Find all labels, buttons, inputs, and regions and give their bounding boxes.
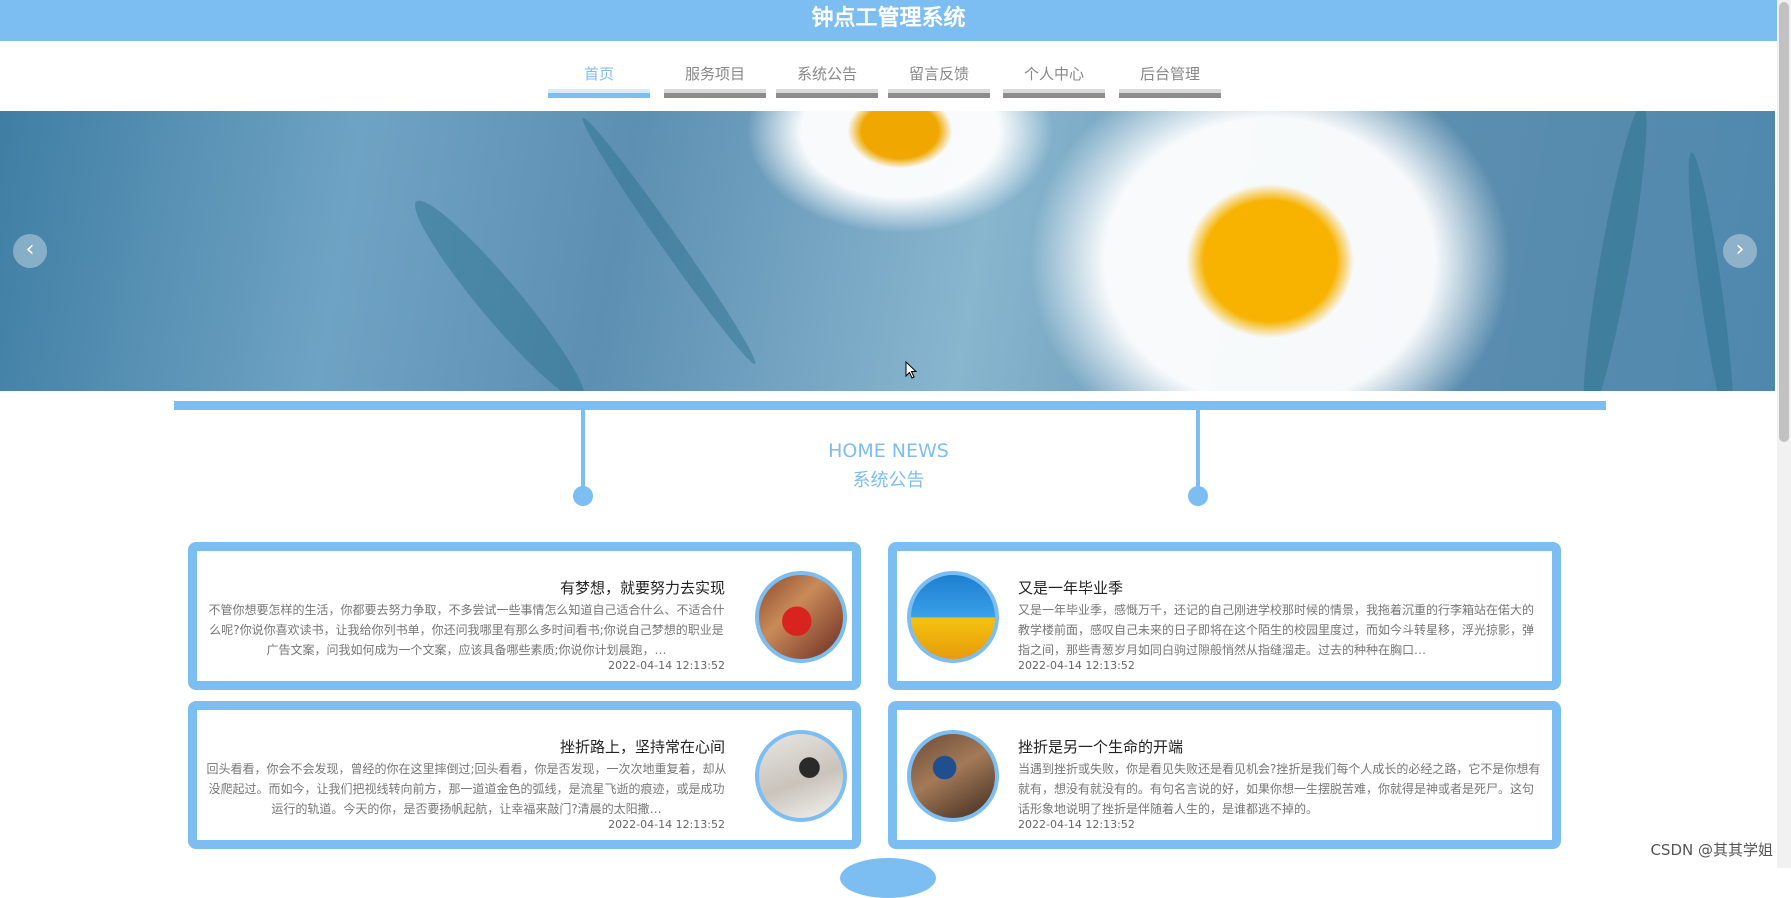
news-summary: 回头看看，你会不会发现，曾经的你在这里摔倒过;回头看看，你是否发现，一次次地重复…	[206, 762, 727, 816]
nav-item-underline	[1003, 89, 1105, 98]
news-header-bar	[174, 401, 1606, 410]
news-title: 挫折是另一个生命的开端	[1018, 738, 1184, 756]
carousel-prev-button[interactable]: ‹	[13, 234, 47, 268]
news-summary: 当遇到挫折或失败，你是看见失败还是看见机会?挫折是我们每个人成长的必经之路，它不…	[1018, 762, 1541, 816]
nav-item-underline	[888, 89, 990, 98]
nav-item-underline	[1119, 89, 1221, 98]
nav-item-label: 后台管理	[1139, 65, 1200, 83]
news-title: 挫折路上，坚持常在心间	[559, 738, 725, 756]
news-heading-en: HOME NEWS	[828, 440, 949, 462]
chevron-left-icon: ‹	[25, 237, 35, 262]
page-scrollbar[interactable]	[1777, 0, 1791, 868]
nav-item-profile[interactable]: 个人中心	[1003, 63, 1105, 98]
banner-grass-blade	[1680, 150, 1742, 391]
watermark-text: CSDN @其其学姐	[1650, 841, 1773, 859]
news-title: 又是一年毕业季	[1018, 579, 1124, 597]
nav-item-label: 首页	[583, 65, 614, 83]
nav-item-services[interactable]: 服务项目	[664, 63, 766, 98]
nav-item-underline	[776, 89, 878, 98]
app-title: 钟点工管理系统	[811, 6, 966, 31]
nav-item-admin[interactable]: 后台管理	[1119, 63, 1221, 98]
news-date: 2022-04-14 12:13:52	[1018, 659, 1135, 672]
news-thumbnail	[907, 730, 999, 822]
nav-item-label: 留言反馈	[908, 65, 969, 83]
news-heading-zh: 系统公告	[852, 470, 925, 491]
news-card[interactable]: 又是一年毕业季 又是一年毕业季，感慨万千，还记的自己刚进学校那时候的情景，我拖着…	[888, 542, 1561, 690]
hero-carousel[interactable]: ‹ ›	[0, 111, 1775, 391]
news-card[interactable]: 挫折是另一个生命的开端 当遇到挫折或失败，你是看见失败还是看见机会?挫折是我们每…	[888, 701, 1561, 849]
news-card[interactable]: 挫折路上，坚持常在心间 回头看看，你会不会发现，曾经的你在这里摔倒过;回头看看，…	[188, 701, 861, 849]
news-date: 2022-04-14 12:13:52	[608, 818, 725, 831]
nav-item-announcements[interactable]: 系统公告	[776, 63, 878, 98]
nav-item-label: 服务项目	[684, 65, 745, 83]
app-header: 钟点工管理系统	[0, 0, 1777, 41]
news-summary: 不管你想要怎样的生活，你都要去努力争取，不多尝试一些事情怎么知道自己适合什么、不…	[208, 603, 725, 657]
news-card[interactable]: 有梦想，就要努力去实现 不管你想要怎样的生活，你都要去努力争取，不多尝试一些事情…	[188, 542, 861, 690]
news-date: 2022-04-14 12:13:52	[608, 659, 725, 672]
nav-item-underline	[548, 89, 650, 98]
news-summary: 又是一年毕业季，感慨万千，还记的自己刚进学校那时候的情景，我拖着沉重的行李箱站在…	[1018, 603, 1535, 657]
banner-grass-blade	[401, 188, 599, 391]
chevron-right-icon: ›	[1735, 237, 1745, 262]
news-date: 2022-04-14 12:13:52	[1018, 818, 1135, 831]
news-thumbnail	[755, 730, 847, 822]
news-thumbnail	[907, 571, 999, 663]
main-nav: 首页 服务项目 系统公告 留言反馈 个人中心 后台管理	[0, 41, 1777, 111]
section-decoration	[840, 858, 936, 898]
carousel-next-button[interactable]: ›	[1723, 234, 1757, 268]
banner-grass-blade	[1572, 111, 1658, 391]
nav-item-feedback[interactable]: 留言反馈	[888, 63, 990, 98]
nav-item-label: 个人中心	[1023, 65, 1084, 83]
news-title: 有梦想，就要努力去实现	[559, 579, 725, 597]
nav-item-label: 系统公告	[796, 65, 857, 83]
scrollbar-thumb[interactable]	[1779, 2, 1789, 442]
mouse-cursor-icon	[905, 361, 917, 379]
nav-item-underline	[664, 89, 766, 98]
news-thumbnail	[755, 571, 847, 663]
nav-item-home[interactable]: 首页	[548, 63, 650, 98]
banner-grass-blade	[575, 112, 763, 370]
